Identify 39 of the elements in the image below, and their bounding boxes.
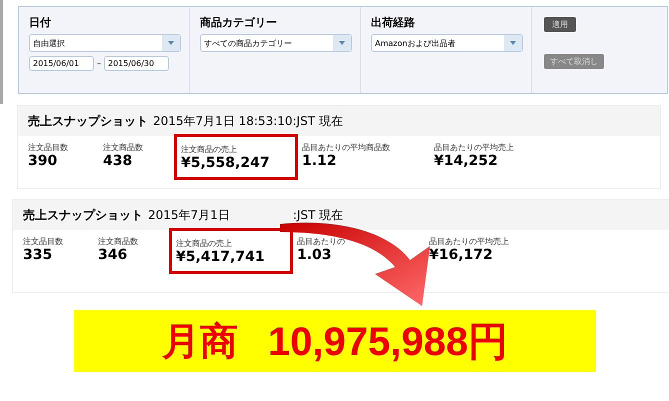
- dropdown[interactable]: 自由選択: [29, 34, 181, 52]
- caret-icon: [333, 35, 351, 51]
- snapshot-title: 売上スナップショット: [28, 112, 148, 130]
- snapshot-time: 2015年7月1日 18:53:10:JST 現在: [153, 112, 343, 130]
- metric-label: 品目あたりの: [297, 236, 346, 247]
- filter-label: 商品カテゴリー: [200, 15, 278, 30]
- metric-label: 品目あたりの平均売上: [429, 236, 510, 247]
- metric-label: 品目あたりの平均商品数: [302, 142, 391, 153]
- snapshot-title: 売上スナップショット: [23, 206, 143, 224]
- metric-label: 注文商品数: [103, 142, 144, 153]
- metric-label: 注文商品の売上: [181, 144, 238, 154]
- snapshot-time: :JST 現在: [292, 206, 344, 224]
- metric-value: ¥5,558,247: [181, 154, 271, 170]
- dropdown[interactable]: Amazonおよび出品者: [371, 34, 523, 52]
- snapshot-time: 2015年7月1日: [148, 206, 230, 224]
- metric-value: ¥16,172: [429, 247, 494, 263]
- metric-value: 1.12: [302, 153, 338, 169]
- filter-label: 日付: [29, 15, 52, 30]
- caret-icon: [504, 35, 522, 51]
- dropdown[interactable]: すべての商品カテゴリー: [200, 34, 352, 52]
- range-separator: –: [97, 59, 101, 68]
- metric-value: 1.03: [297, 247, 333, 263]
- metric-label: 注文商品数: [98, 236, 139, 247]
- banner-amount: 10,975,988円: [268, 318, 508, 366]
- metric-value: ¥5,417,741: [176, 248, 266, 264]
- banner-label: 月商: [162, 320, 238, 364]
- metric-value: 335: [23, 247, 54, 263]
- metric-value: 390: [28, 153, 58, 169]
- metric-value: ¥14,252: [434, 153, 499, 169]
- date-field[interactable]: 2015/06/30: [104, 56, 169, 71]
- metric-label: 注文品目数: [23, 236, 64, 247]
- caret-icon: [162, 35, 180, 51]
- metric-label: 注文商品の売上: [176, 238, 233, 248]
- metric-label: 注文品目数: [28, 142, 69, 153]
- filter-label: 出荷経路: [371, 15, 416, 30]
- metric-value: 438: [103, 153, 134, 169]
- metric-value: 346: [98, 247, 128, 263]
- date-field[interactable]: 2015/06/01: [29, 56, 94, 71]
- metric-label: 品目あたりの平均売上: [434, 142, 515, 153]
